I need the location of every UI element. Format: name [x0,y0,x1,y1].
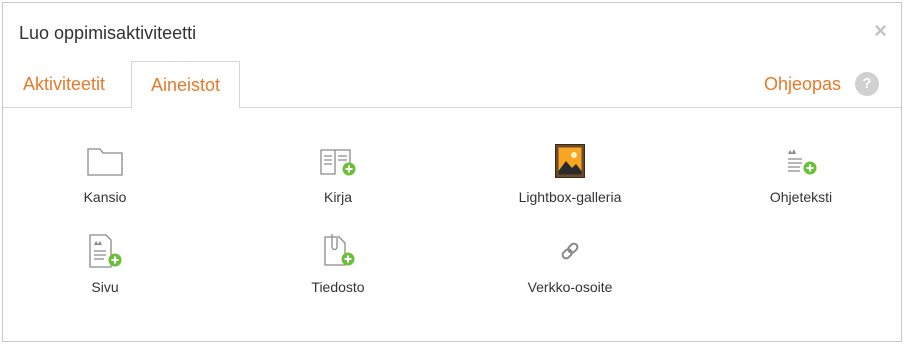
text-media-add-icon [711,141,891,181]
tab-bar: Aktiviteetit Aineistot Ohjeopas ? [3,61,901,109]
dialog-title: Luo oppimisaktiviteetti [19,23,197,43]
create-activity-dialog: Luo oppimisaktiviteetti × Aktiviteetit A… [2,2,902,342]
link-icon [480,231,660,271]
resource-label: Kansio [83,189,127,205]
help-guide: Ohjeopas ? [764,71,879,97]
image-gallery-icon [480,141,660,181]
resource-sivu[interactable]: Sivu [15,231,195,295]
resource-label: Verkko-osoite [527,279,613,295]
resource-verkko-osoite[interactable]: Verkko-osoite [480,231,660,295]
resource-ohjeteksti[interactable]: Ohjeteksti [711,141,891,205]
help-icon[interactable]: ? [855,72,879,96]
resource-label: Sivu [91,279,119,295]
resource-label: Kirja [323,189,352,205]
tab-aktiviteetit[interactable]: Aktiviteetit [5,61,123,108]
tab-aineistot[interactable]: Aineistot [131,61,240,109]
resource-label: Tiedosto [311,279,365,295]
resource-label: Ohjeteksti [769,189,833,205]
resource-tiedosto[interactable]: Tiedosto [248,231,428,295]
help-guide-link[interactable]: Ohjeopas [764,74,841,95]
page-add-icon [15,231,195,271]
folder-icon [15,141,195,181]
resource-kansio[interactable]: Kansio [15,141,195,205]
resource-label: Lightbox-galleria [518,189,622,205]
file-add-icon [248,231,428,271]
resource-lightbox-galleria[interactable]: Lightbox-galleria [480,141,660,205]
resource-kirja[interactable]: Kirja [248,141,428,205]
close-icon[interactable]: × [874,20,887,42]
book-add-icon [248,141,428,181]
